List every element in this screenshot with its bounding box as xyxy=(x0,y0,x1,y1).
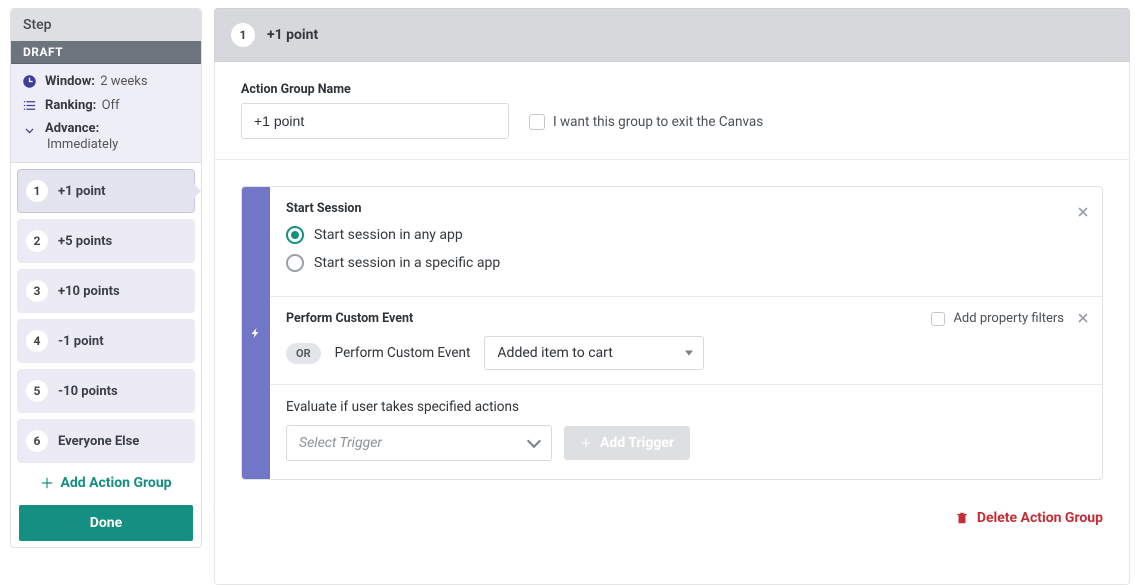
action-item-2[interactable]: 2 +5 points xyxy=(17,219,195,263)
remove-start-session-button[interactable] xyxy=(1076,205,1090,219)
arrow-down-icon xyxy=(21,121,37,136)
radio-checked-icon xyxy=(286,226,304,244)
delete-action-group-button[interactable]: Delete Action Group xyxy=(955,510,1103,526)
bolt-icon xyxy=(250,327,262,339)
select-trigger-dropdown[interactable]: Select Trigger xyxy=(286,425,552,461)
or-pill: OR xyxy=(286,343,321,364)
main-title: +1 point xyxy=(267,27,318,43)
add-property-filters-checkbox[interactable]: Add property filters xyxy=(931,311,1064,326)
sidebar-step-header: Step xyxy=(11,9,201,41)
main-body: Action Group Name I want this group to e… xyxy=(214,62,1130,585)
action-item-6[interactable]: 6 Everyone Else xyxy=(17,419,195,463)
action-item-3[interactable]: 3 +10 points xyxy=(17,269,195,313)
radio-specific-app[interactable]: Start session in a specific app xyxy=(286,254,1086,272)
section-action-group-name: Action Group Name I want this group to e… xyxy=(215,82,1129,160)
action-item-4[interactable]: 4 -1 point xyxy=(17,319,195,363)
custom-event-select[interactable]: Added item to cart xyxy=(484,336,704,370)
sidebar: Step DRAFT Window: 2 weeks Ranking: Off … xyxy=(10,8,202,548)
trash-icon xyxy=(955,511,969,525)
start-session-section: Start Session Start session in any app S… xyxy=(270,187,1102,297)
perform-custom-event-label: Perform Custom Event xyxy=(335,345,471,361)
radio-any-app[interactable]: Start session in any app xyxy=(286,226,1086,244)
action-item-5[interactable]: 5 -10 points xyxy=(17,369,195,413)
add-trigger-button[interactable]: Add Trigger xyxy=(564,426,690,460)
main-header: 1 +1 point xyxy=(214,8,1130,62)
evaluate-label: Evaluate if user takes specified actions xyxy=(286,399,1086,415)
custom-event-section: Add property filters Perform Custom Even… xyxy=(270,297,1102,385)
exit-canvas-checkbox[interactable]: I want this group to exit the Canvas xyxy=(529,114,763,130)
checkbox-icon xyxy=(529,114,545,130)
done-button[interactable]: Done xyxy=(19,505,193,541)
action-group-name-label: Action Group Name xyxy=(241,82,509,97)
draft-badge: DRAFT xyxy=(11,41,201,64)
trigger-section: Evaluate if user takes specified actions… xyxy=(270,385,1102,479)
trigger-card: Start Session Start session in any app S… xyxy=(241,186,1103,480)
clock-icon xyxy=(21,74,37,89)
checkbox-icon xyxy=(931,312,945,326)
card-stripe xyxy=(242,187,270,479)
plus-icon xyxy=(40,476,54,490)
remove-custom-event-button[interactable] xyxy=(1076,311,1090,325)
start-session-title: Start Session xyxy=(286,201,1086,216)
meta-ranking-row: Ranking: Off xyxy=(21,98,193,114)
add-action-group-button[interactable]: Add Action Group xyxy=(11,465,201,501)
sidebar-meta: Window: 2 weeks Ranking: Off Advance:Imm… xyxy=(11,64,201,163)
action-group-name-input[interactable] xyxy=(241,103,509,139)
meta-window-row: Window: 2 weeks xyxy=(21,74,193,90)
meta-advance-row: Advance:Immediately xyxy=(21,121,193,152)
plus-icon xyxy=(580,437,592,449)
main-panel: 1 +1 point Action Group Name I want this… xyxy=(214,8,1130,585)
main-title-num: 1 xyxy=(231,23,255,47)
action-list: 1 +1 point 2 +5 points 3 +10 points 4 -1… xyxy=(11,163,201,465)
list-icon xyxy=(21,98,37,113)
action-item-1[interactable]: 1 +1 point xyxy=(17,169,195,213)
radio-unchecked-icon xyxy=(286,254,304,272)
